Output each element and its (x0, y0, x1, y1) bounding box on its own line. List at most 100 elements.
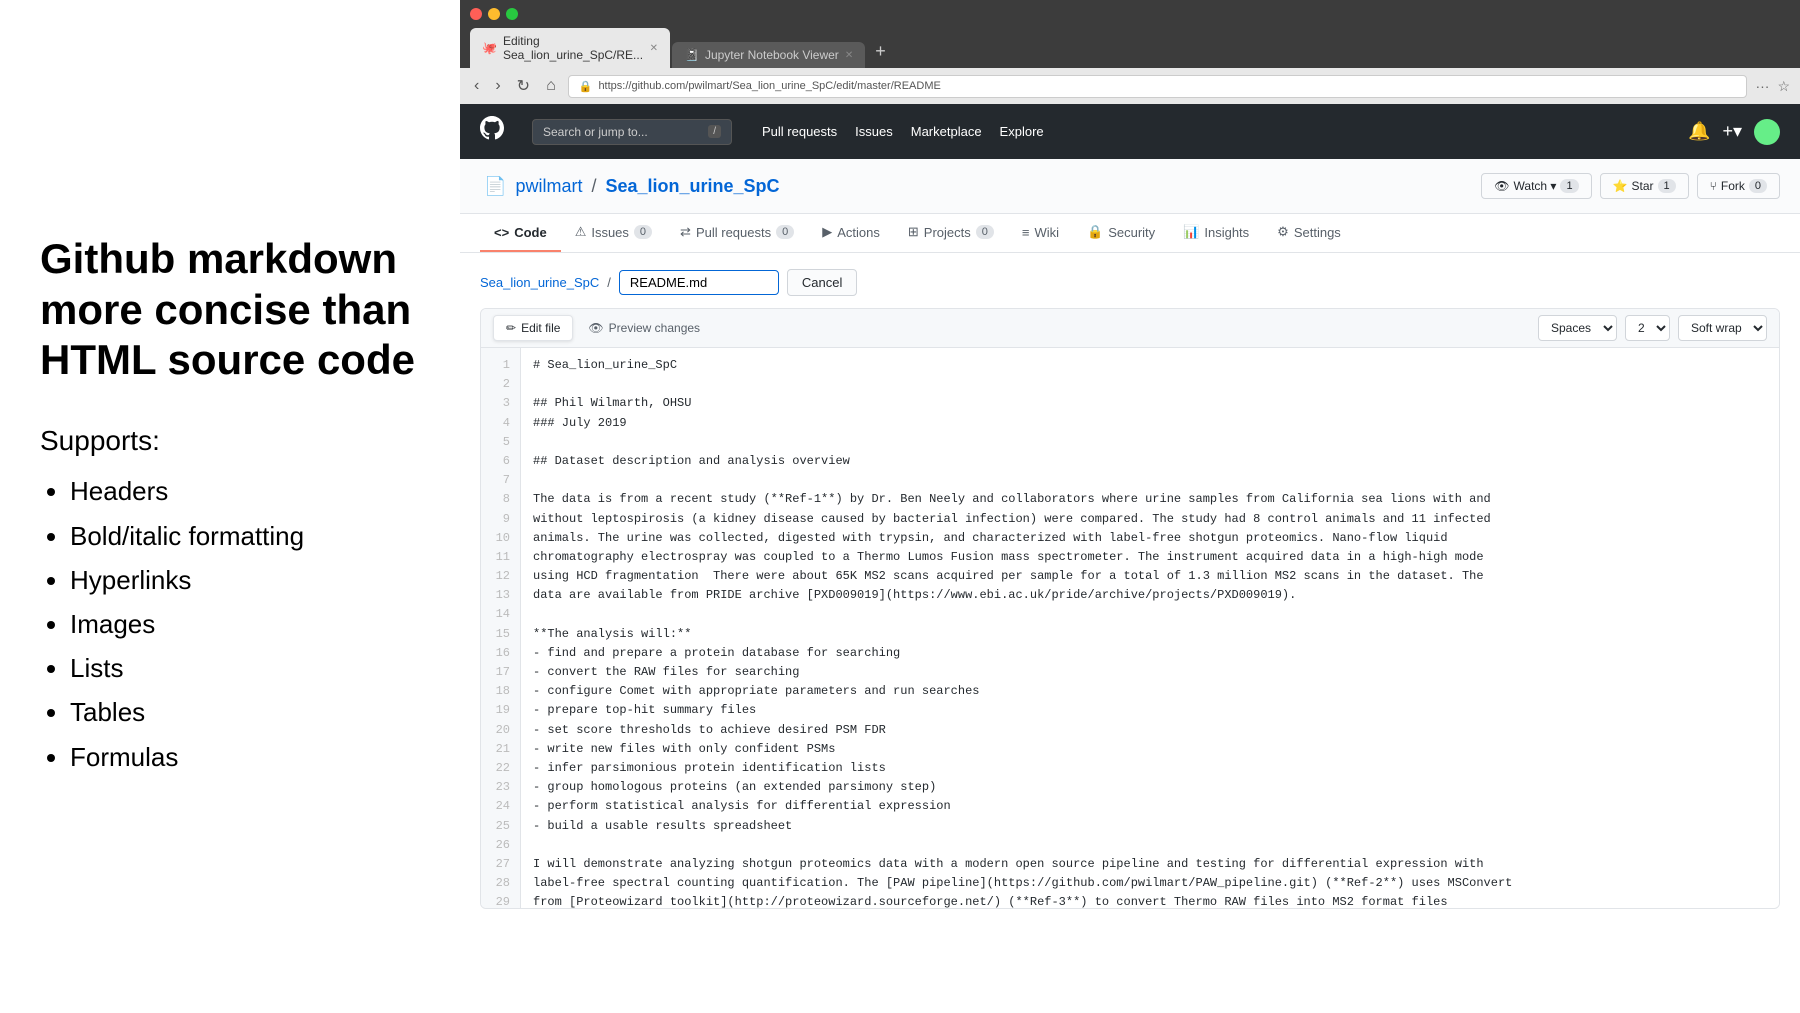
insights-icon: 📊 (1183, 224, 1199, 240)
fork-icon: ⑂ (1710, 179, 1717, 193)
feature-tables: Tables (70, 690, 420, 734)
fork-count: 0 (1749, 179, 1767, 193)
path-separator: / (607, 275, 611, 290)
watch-label: Watch ▾ (1514, 179, 1557, 193)
tab-close-github[interactable]: ✕ (650, 43, 658, 54)
tab-wiki[interactable]: ≡ Wiki (1008, 214, 1073, 252)
path-repo-link[interactable]: Sea_lion_urine_SpC (480, 275, 599, 290)
avatar[interactable] (1754, 119, 1780, 145)
jupyter-favicon: 📓 (684, 48, 699, 62)
tab-actions-label: Actions (837, 225, 880, 240)
wiki-icon: ≡ (1022, 225, 1030, 240)
preview-changes-tab[interactable]: 👁 Preview changes (575, 315, 713, 341)
overflow-icon[interactable]: ··· (1755, 78, 1769, 94)
tab-wiki-label: Wiki (1034, 225, 1059, 240)
nav-explore[interactable]: Explore (1000, 124, 1044, 139)
gh-nav-links: Pull requests Issues Marketplace Explore (762, 124, 1044, 139)
actions-icon: ▶ (822, 224, 832, 240)
pencil-icon: ✏ (506, 321, 516, 335)
repo-owner-link[interactable]: pwilmart (515, 176, 582, 196)
star-button[interactable]: ⭐ Star 1 (1600, 173, 1689, 199)
supports-label: Supports: (40, 425, 420, 457)
browser-window: 🐙 Editing Sea_lion_urine_SpC/RE... ✕ 📓 J… (460, 0, 1800, 1013)
filename-input[interactable] (619, 270, 779, 295)
code-content[interactable]: # Sea_lion_urine_SpC## Phil Wilmarth, OH… (521, 348, 1779, 908)
browser-tab-github[interactable]: 🐙 Editing Sea_lion_urine_SpC/RE... ✕ (470, 28, 670, 68)
watch-button[interactable]: 👁 Watch ▾ 1 (1481, 173, 1591, 199)
editor-container: ✏ Edit file 👁 Preview changes Spaces Tab… (480, 308, 1780, 909)
plus-icon[interactable]: +▾ (1722, 121, 1742, 142)
minimize-button[interactable] (488, 8, 500, 20)
editor-tabs: ✏ Edit file 👁 Preview changes (493, 315, 713, 341)
tab-settings-label: Settings (1294, 225, 1341, 240)
feature-headers: Headers (70, 469, 420, 513)
github-logo[interactable] (480, 116, 504, 147)
new-tab-button[interactable]: + (867, 37, 894, 66)
star-label: Star (1632, 179, 1654, 193)
fork-button[interactable]: ⑂ Fork 0 (1697, 173, 1780, 199)
home-button[interactable]: ⌂ (542, 75, 560, 97)
notifications-icon[interactable]: 🔔 (1688, 121, 1710, 142)
edit-file-tab[interactable]: ✏ Edit file (493, 315, 573, 341)
pr-count: 0 (776, 225, 794, 239)
address-bar[interactable]: 🔒 https://github.com/pwilmart/Sea_lion_u… (568, 75, 1748, 98)
address-row: ‹ › ↻ ⌂ 🔒 https://github.com/pwilmart/Se… (460, 68, 1800, 104)
repo-tabs: <> Code ⚠ Issues 0 ⇄ Pull requests 0 ▶ A… (460, 214, 1800, 253)
tab-insights[interactable]: 📊 Insights (1169, 214, 1263, 252)
repo-breadcrumb: 📄 pwilmart / Sea_lion_urine_SpC (480, 176, 780, 197)
star-icon: ⭐ (1613, 179, 1628, 193)
maximize-button[interactable] (506, 8, 518, 20)
tab-label-jupyter: Jupyter Notebook Viewer (705, 48, 839, 62)
nav-pull-requests[interactable]: Pull requests (762, 124, 837, 139)
tab-label-github: Editing Sea_lion_urine_SpC/RE... (503, 34, 644, 62)
code-editor[interactable]: 12345 678910 1112131415 1617181920 21222… (481, 348, 1779, 908)
issues-icon: ⚠ (575, 224, 587, 240)
eye-preview-icon: 👁 (588, 321, 603, 335)
main-heading: Github markdown more concise than HTML s… (40, 234, 420, 385)
nav-issues[interactable]: Issues (855, 124, 893, 139)
gh-topnav-right: 🔔 +▾ (1688, 119, 1780, 145)
nav-marketplace[interactable]: Marketplace (911, 124, 982, 139)
forward-button[interactable]: › (491, 75, 504, 97)
spaces-select[interactable]: Spaces Tabs (1538, 315, 1617, 341)
tab-pull-requests[interactable]: ⇄ Pull requests 0 (666, 214, 808, 252)
editor-settings: Spaces Tabs 2 4 Soft wrap No wrap (1538, 315, 1767, 341)
breadcrumb-separator: / (591, 176, 601, 196)
url-text: https://github.com/pwilmart/Sea_lion_uri… (598, 80, 940, 92)
browser-chrome: 🐙 Editing Sea_lion_urine_SpC/RE... ✕ 📓 J… (460, 0, 1800, 68)
projects-count: 0 (976, 225, 994, 239)
indent-size-select[interactable]: 2 4 (1625, 315, 1670, 341)
pr-icon: ⇄ (680, 224, 691, 240)
edit-tab-label: Edit file (521, 321, 560, 335)
repo-name-link[interactable]: Sea_lion_urine_SpC (605, 176, 779, 196)
tab-close-jupyter[interactable]: ✕ (845, 50, 853, 61)
tab-settings[interactable]: ⚙ Settings (1263, 214, 1355, 252)
browser-actions: ··· ☆ (1755, 78, 1790, 95)
wrap-select[interactable]: Soft wrap No wrap (1678, 315, 1767, 341)
search-input[interactable]: Search or jump to... / (532, 119, 732, 145)
preview-tab-label: Preview changes (609, 321, 700, 335)
editor-area: Sea_lion_urine_SpC / Cancel ✏ Edit file … (460, 253, 1800, 1013)
back-button[interactable]: ‹ (470, 75, 483, 97)
cancel-button[interactable]: Cancel (787, 269, 857, 296)
close-button[interactable] (470, 8, 482, 20)
tab-projects-label: Projects (924, 225, 971, 240)
bookmark-icon[interactable]: ☆ (1777, 78, 1790, 95)
fork-label: Fork (1721, 179, 1745, 193)
watch-count: 1 (1560, 179, 1578, 193)
lock-icon: 🔒 (579, 80, 593, 93)
issues-count: 0 (634, 225, 652, 239)
editor-path: Sea_lion_urine_SpC / Cancel (480, 269, 1780, 296)
browser-tab-jupyter[interactable]: 📓 Jupyter Notebook Viewer ✕ (672, 42, 865, 68)
tab-security[interactable]: 🔒 Security (1073, 214, 1169, 252)
github-page: Search or jump to... / Pull requests Iss… (460, 104, 1800, 1013)
reload-button[interactable]: ↻ (513, 74, 534, 98)
tab-actions[interactable]: ▶ Actions (808, 214, 894, 252)
repo-icon: 📄 (484, 176, 506, 196)
tab-issues[interactable]: ⚠ Issues 0 (561, 214, 666, 252)
search-placeholder: Search or jump to... (543, 125, 648, 139)
tab-projects[interactable]: ⊞ Projects 0 (894, 214, 1008, 252)
tab-code[interactable]: <> Code (480, 214, 561, 252)
traffic-lights (470, 8, 1790, 20)
tab-security-label: Security (1108, 225, 1155, 240)
